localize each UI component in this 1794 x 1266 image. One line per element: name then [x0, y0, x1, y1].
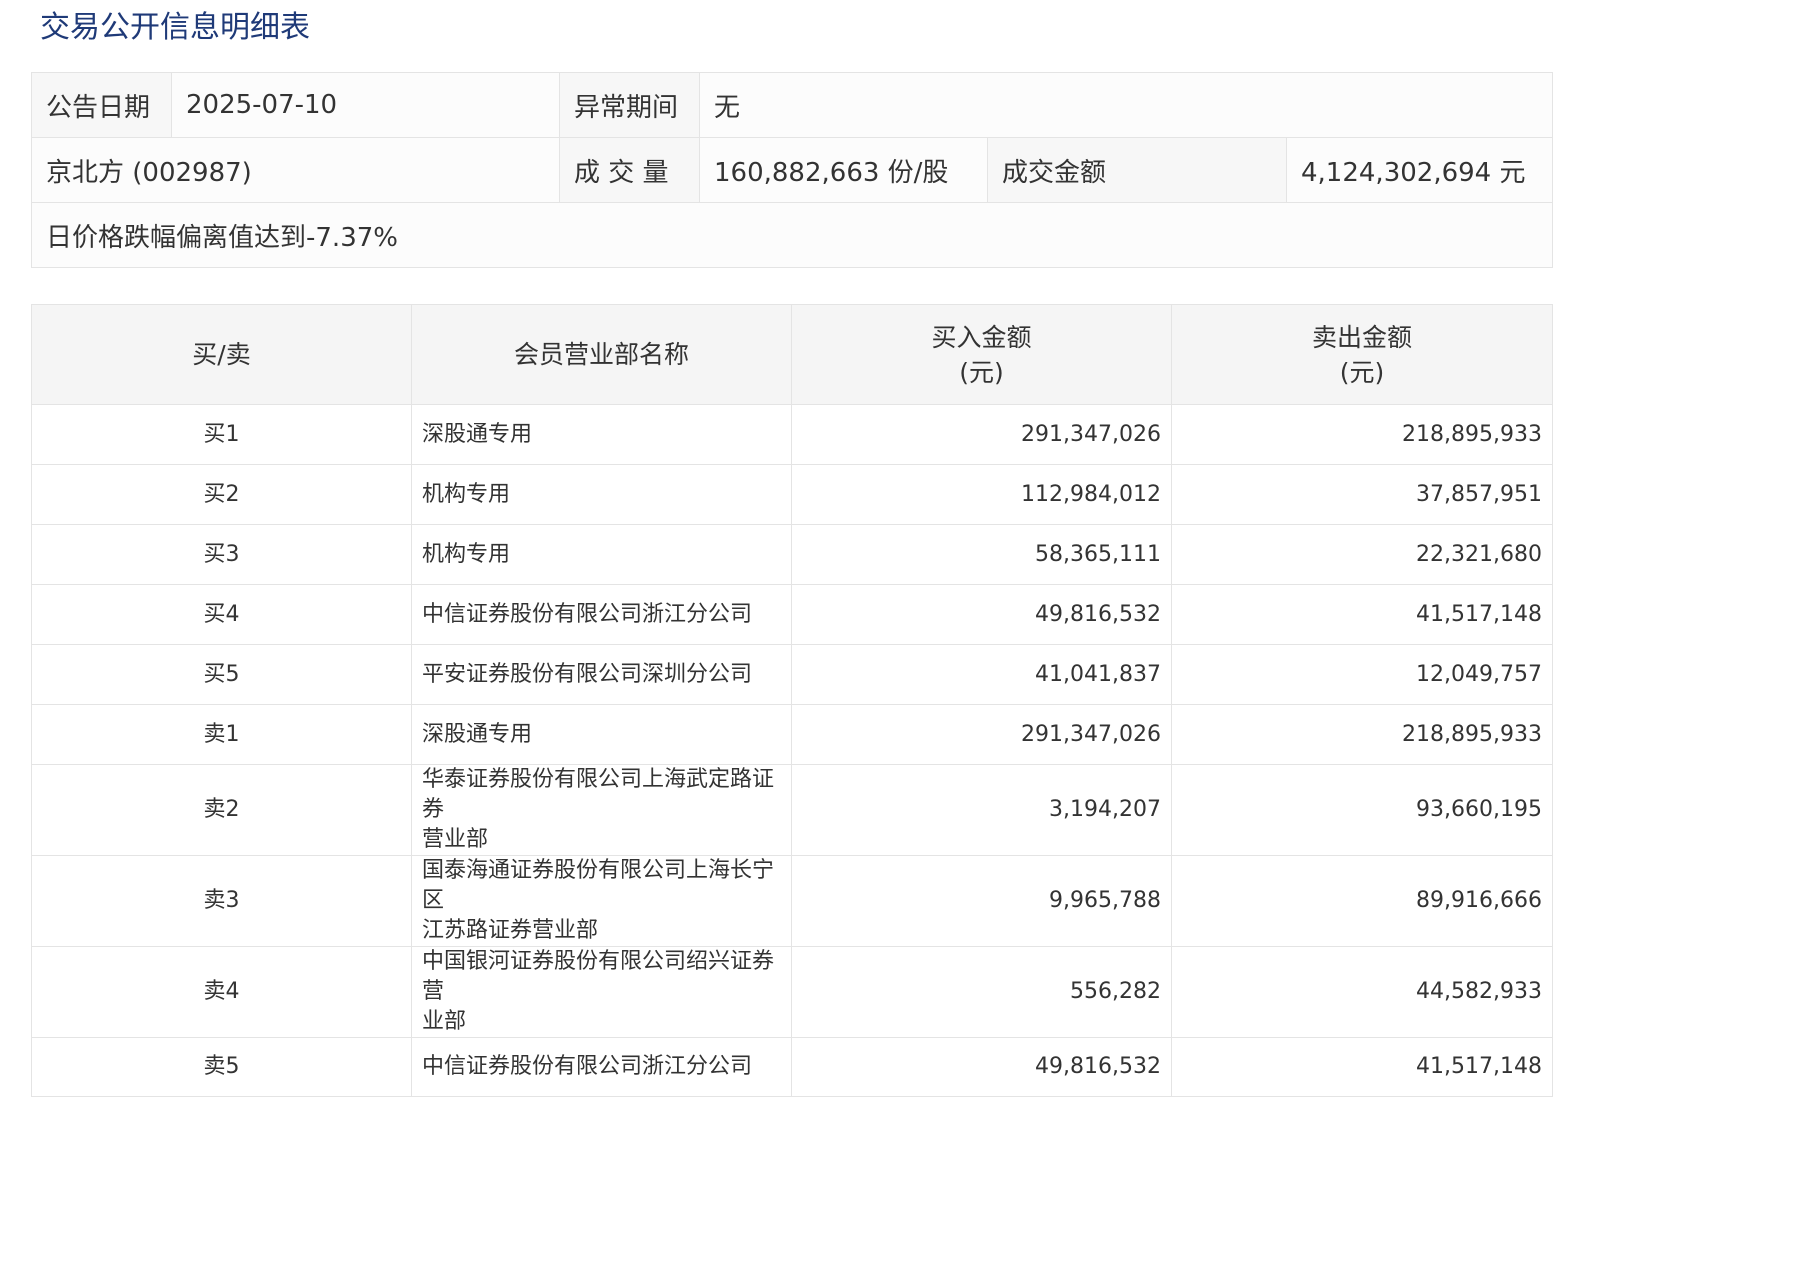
buy-amount-cell: 291,347,026: [791, 404, 1172, 465]
page-title: 交易公开信息明细表: [40, 10, 310, 45]
branch-name: 深股通专用: [422, 721, 533, 747]
header-branch: 会员营业部名称: [411, 304, 792, 405]
buy-amount-cell: 3,194,207: [791, 764, 1172, 856]
branch-cell: 国泰海通证券股份有限公司上海长宁区江苏路证券营业部: [411, 855, 792, 947]
stock-info-table: 公告日期 2025-07-10 异常期间 无 京北方 (002987) 成 交 …: [31, 72, 1553, 268]
buy-amount-cell: 41,041,837: [791, 644, 1172, 705]
sell-amount-cell: 22,321,680: [1171, 524, 1553, 585]
table-row: 卖2 华泰证券股份有限公司上海武定路证券营业部 3,194,207 93,660…: [31, 764, 1553, 856]
branch-cell: 中国银河证券股份有限公司绍兴证券营业部: [411, 946, 792, 1038]
branch-cell: 平安证券股份有限公司深圳分公司: [411, 644, 792, 705]
branch-cell: 中信证券股份有限公司浙江分公司: [411, 1037, 792, 1097]
header-sell-amount: 卖出金额 (元): [1171, 304, 1553, 405]
table-header-row: 买/卖 会员营业部名称 买入金额 (元) 卖出金额 (元): [31, 304, 1553, 405]
sell-amount-cell: 93,660,195: [1171, 764, 1553, 856]
branch-name: 中信证券股份有限公司浙江分公司: [422, 1054, 753, 1079]
sell-amount-cell: 41,517,148: [1171, 584, 1553, 645]
branch-name: 国泰海通证券股份有限公司上海长宁区: [422, 858, 775, 913]
table-row: 卖3 国泰海通证券股份有限公司上海长宁区江苏路证券营业部 9,965,788 8…: [31, 855, 1553, 947]
branch-cell: 机构专用: [411, 524, 792, 585]
branch-cell: 深股通专用: [411, 404, 792, 465]
buy-amount-cell: 58,365,111: [791, 524, 1172, 585]
header-side: 买/卖: [31, 304, 412, 405]
branch-name-cont: 江苏路证券营业部: [422, 918, 599, 943]
side-cell: 买5: [31, 644, 412, 705]
table-row: 买4 中信证券股份有限公司浙江分公司 49,816,532 41,517,148: [31, 584, 1553, 645]
header-sell-amount-unit: (元): [1339, 357, 1385, 387]
side-cell: 买2: [31, 464, 412, 525]
table-row: 买2 机构专用 112,984,012 37,857,951: [31, 464, 1553, 525]
info-row-reason: 日价格跌幅偏离值达到-7.37%: [31, 202, 1553, 268]
trade-detail-table: 买/卖 会员营业部名称 买入金额 (元) 卖出金额 (元) 买1 深股通专用 2…: [31, 304, 1553, 1097]
amount-label: 成交金额: [987, 137, 1287, 203]
volume-label: 成 交 量: [559, 137, 700, 203]
side-cell: 卖2: [31, 764, 412, 856]
branch-name: 机构专用: [422, 481, 511, 507]
sell-amount-cell: 218,895,933: [1171, 404, 1553, 465]
branch-name-cont: 营业部: [422, 827, 489, 852]
info-row-trade: 京北方 (002987) 成 交 量 160,882,663 份/股 成交金额 …: [31, 137, 1553, 203]
header-buy-amount-label: 买入金额: [931, 322, 1032, 352]
buy-amount-cell: 556,282: [791, 946, 1172, 1038]
branch-name: 中国银河证券股份有限公司绍兴证券营: [422, 949, 775, 1004]
amount-value: 4,124,302,694 元: [1286, 137, 1553, 203]
branch-cell: 机构专用: [411, 464, 792, 525]
header-buy-amount-unit: (元): [959, 357, 1004, 387]
sell-amount-cell: 44,582,933: [1171, 946, 1553, 1038]
sell-amount-cell: 41,517,148: [1171, 1037, 1553, 1097]
branch-name-cont: 业部: [422, 1009, 467, 1034]
stock-name: 京北方 (002987): [31, 137, 560, 203]
table-row: 买1 深股通专用 291,347,026 218,895,933: [31, 404, 1553, 465]
announce-date-value: 2025-07-10: [171, 72, 560, 138]
buy-amount-cell: 49,816,532: [791, 584, 1172, 645]
table-row: 买3 机构专用 58,365,111 22,321,680: [31, 524, 1553, 585]
buy-amount-cell: 9,965,788: [791, 855, 1172, 947]
abnormal-period-label: 异常期间: [559, 72, 700, 138]
sell-amount-cell: 218,895,933: [1171, 704, 1553, 765]
info-row-date: 公告日期 2025-07-10 异常期间 无: [31, 72, 1553, 138]
branch-cell: 深股通专用: [411, 704, 792, 765]
branch-name: 华泰证券股份有限公司上海武定路证券: [422, 767, 775, 822]
sell-amount-cell: 37,857,951: [1171, 464, 1553, 525]
table-row: 买5 平安证券股份有限公司深圳分公司 41,041,837 12,049,757: [31, 644, 1553, 705]
branch-cell: 华泰证券股份有限公司上海武定路证券营业部: [411, 764, 792, 856]
volume-value: 160,882,663 份/股: [699, 137, 988, 203]
table-row: 卖1 深股通专用 291,347,026 218,895,933: [31, 704, 1553, 765]
side-cell: 买1: [31, 404, 412, 465]
buy-amount-cell: 112,984,012: [791, 464, 1172, 525]
header-sell-amount-label: 卖出金额: [1311, 322, 1412, 352]
table-row: 卖4 中国银河证券股份有限公司绍兴证券营业部 556,282 44,582,93…: [31, 946, 1553, 1038]
table-row: 卖5 中信证券股份有限公司浙江分公司 49,816,532 41,517,148: [31, 1037, 1553, 1097]
side-cell: 卖3: [31, 855, 412, 947]
header-buy-amount: 买入金额 (元): [791, 304, 1172, 405]
announce-date-label: 公告日期: [31, 72, 172, 138]
branch-cell: 中信证券股份有限公司浙江分公司: [411, 584, 792, 645]
side-cell: 买3: [31, 524, 412, 585]
sell-amount-cell: 12,049,757: [1171, 644, 1553, 705]
side-cell: 买4: [31, 584, 412, 645]
branch-name: 机构专用: [422, 541, 511, 567]
branch-name: 中信证券股份有限公司浙江分公司: [422, 601, 753, 627]
side-cell: 卖5: [31, 1037, 412, 1097]
branch-name: 平安证券股份有限公司深圳分公司: [422, 661, 753, 687]
sell-amount-cell: 89,916,666: [1171, 855, 1553, 947]
abnormal-period-value: 无: [699, 72, 1553, 138]
buy-amount-cell: 291,347,026: [791, 704, 1172, 765]
buy-amount-cell: 49,816,532: [791, 1037, 1172, 1097]
branch-name: 深股通专用: [422, 421, 533, 447]
side-cell: 卖4: [31, 946, 412, 1038]
reason-text: 日价格跌幅偏离值达到-7.37%: [31, 202, 1553, 268]
side-cell: 卖1: [31, 704, 412, 765]
